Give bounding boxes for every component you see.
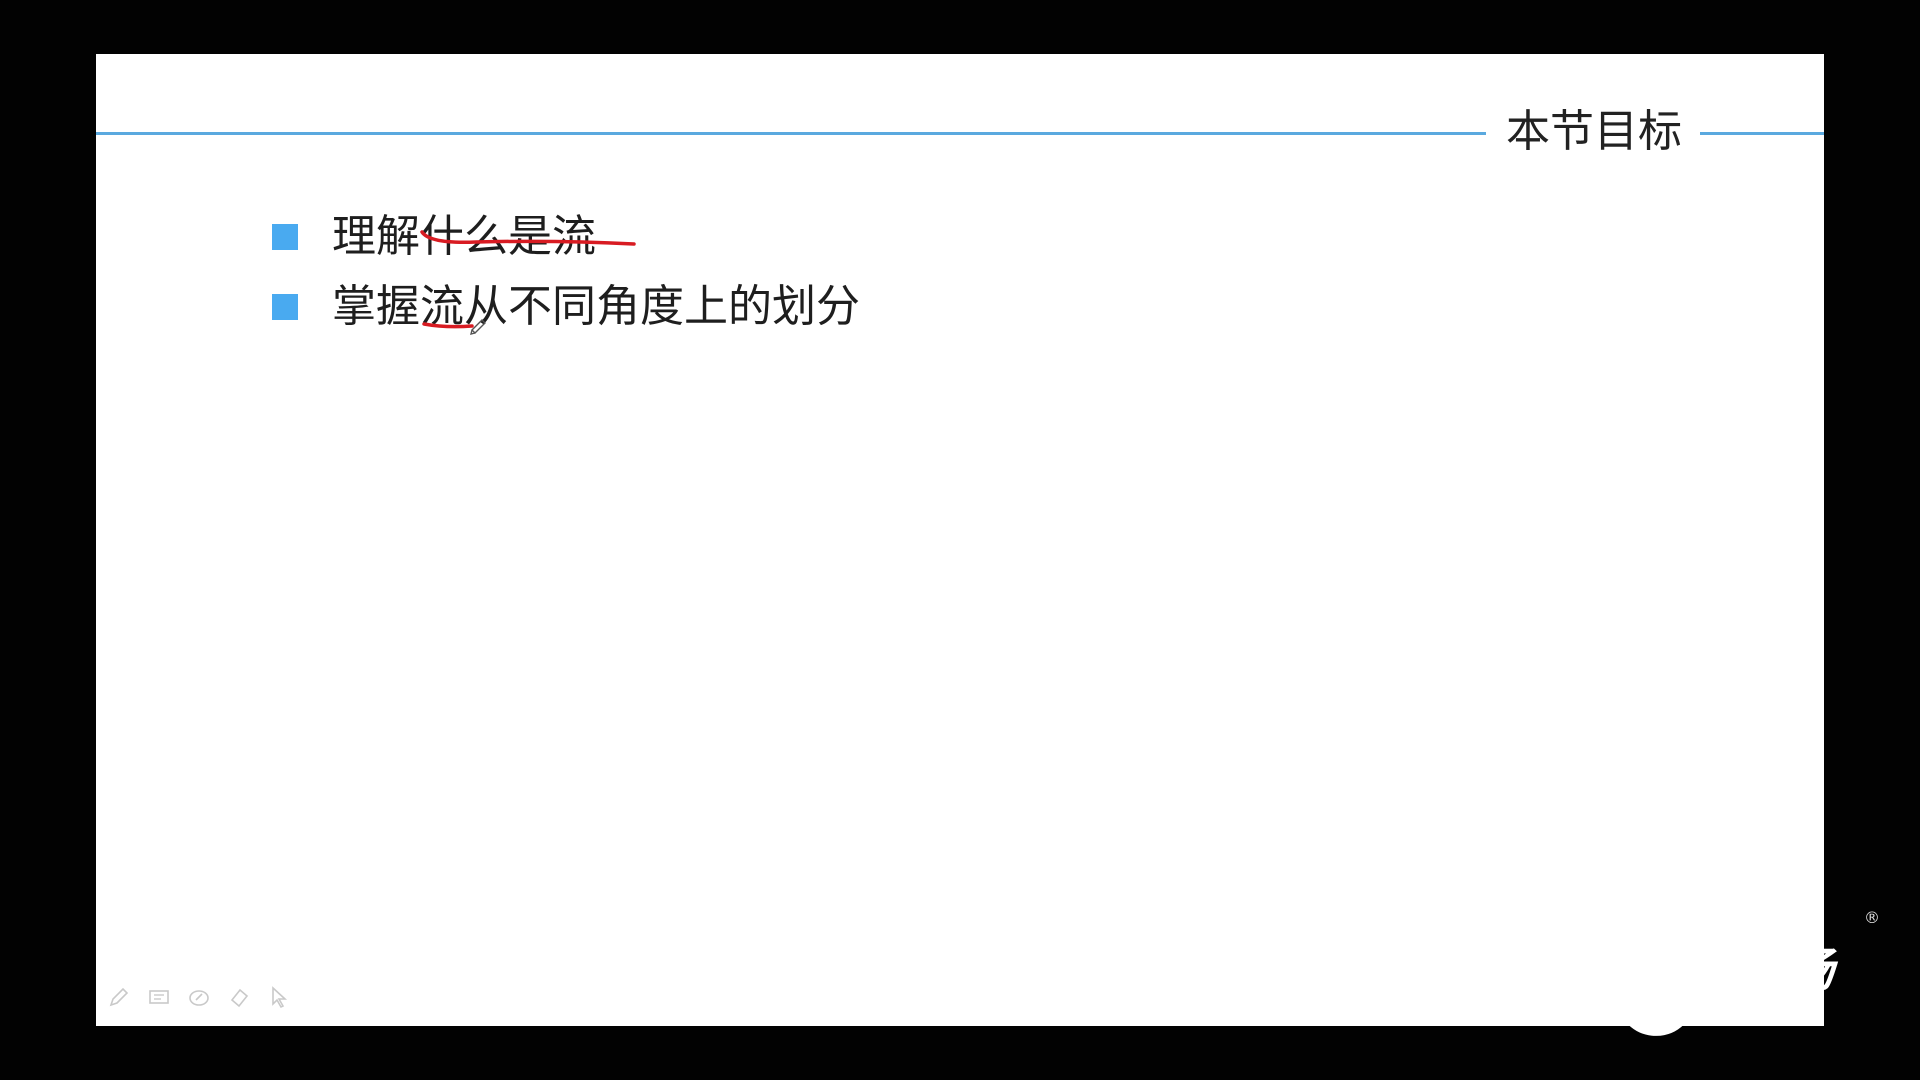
video-frame: 本节目标 理解什么是流 掌握流从不同角度上的划分 课工场 kgc.cn ®	[0, 0, 1920, 1080]
registered-mark: ®	[1864, 908, 1880, 927]
brand-watermark: 课工场 kgc.cn ®	[1610, 908, 1880, 1040]
slide-title: 本节目标	[1506, 106, 1682, 157]
bullet-square-icon	[272, 224, 298, 250]
brand-domain: kgc.cn	[1706, 990, 1816, 1025]
highlighter-icon[interactable]	[186, 984, 212, 1010]
list-item: 掌握流从不同角度上的划分	[272, 272, 860, 342]
pen-icon[interactable]	[106, 984, 132, 1010]
eraser-icon[interactable]	[226, 984, 252, 1010]
bullet-text: 理解什么是流	[332, 211, 596, 262]
logo-c-icon	[1616, 932, 1702, 1036]
pen-annotations	[420, 230, 636, 335]
objectives-list: 理解什么是流 掌握流从不同角度上的划分	[272, 202, 860, 342]
pointer-icon[interactable]	[266, 984, 292, 1010]
annotation-toolbar	[106, 984, 292, 1010]
slides-icon[interactable]	[146, 984, 172, 1010]
header-rule-right	[1700, 132, 1824, 135]
slide: 本节目标 理解什么是流 掌握流从不同角度上的划分	[96, 54, 1824, 1026]
bullet-square-icon	[272, 294, 298, 320]
header-rule-left	[96, 132, 1486, 135]
bullet-text: 掌握流从不同角度上的划分	[332, 281, 860, 332]
list-item: 理解什么是流	[272, 202, 860, 272]
